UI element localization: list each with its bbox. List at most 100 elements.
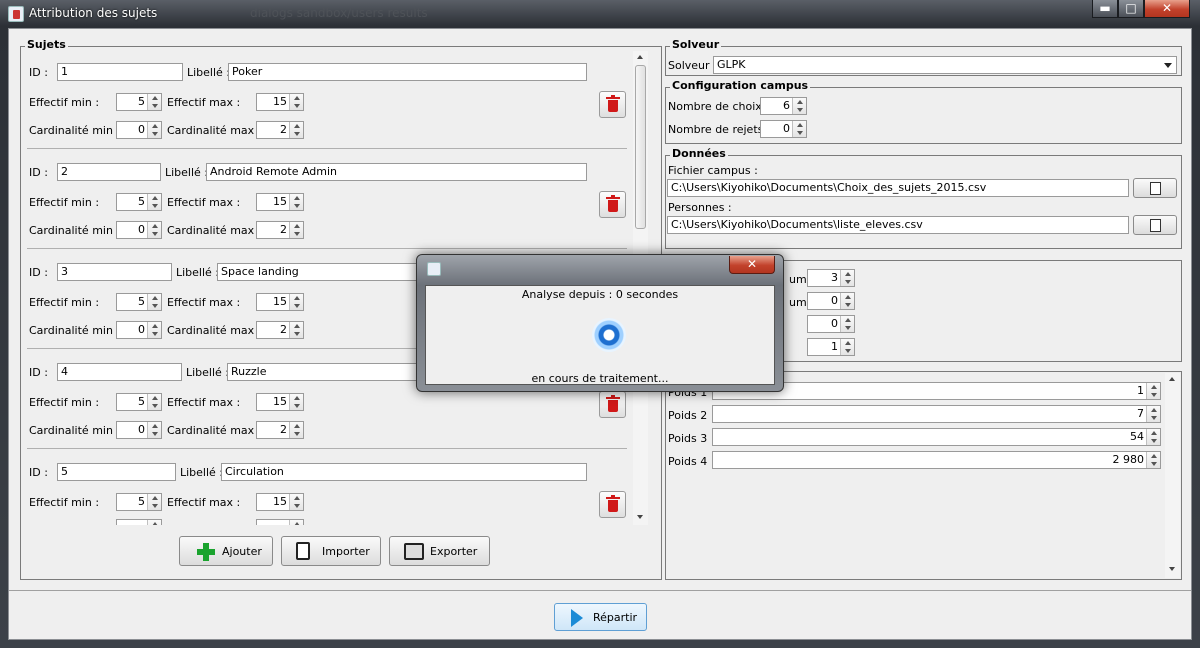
cardinalite-max-spinner[interactable]: 2 — [256, 121, 304, 139]
scroll-down-icon[interactable] — [637, 515, 643, 519]
solveur-select[interactable]: GLPK — [713, 56, 1177, 74]
maximize-button[interactable]: □ — [1118, 0, 1144, 18]
poids-label: Poids 4 : — [668, 455, 715, 468]
libelle-label: Libellé : — [180, 466, 224, 479]
libelle-field[interactable]: Circulation — [221, 463, 587, 481]
effectif-min-spinner[interactable]: 5 — [116, 193, 162, 211]
delete-button[interactable] — [599, 91, 626, 118]
id-field[interactable]: 4 — [57, 363, 182, 381]
poids-label: Poids 2 : — [668, 409, 715, 422]
effectif-min-label: Effectif min : — [29, 96, 100, 109]
effectif-min-spinner[interactable]: 5 — [116, 493, 162, 511]
effectif-max-spinner[interactable]: 15 — [256, 393, 304, 411]
cardinalite-min-spinner[interactable]: 0 — [116, 121, 162, 139]
dialog-content: Analyse depuis : 0 secondes en cours de … — [425, 285, 775, 385]
processing-text: en cours de traitement... — [531, 372, 669, 385]
cardinalite-max-label: Cardinalité max : — [167, 124, 262, 137]
browse-personnes-button[interactable] — [1133, 215, 1177, 235]
effectif-min-spinner[interactable]: 5 — [116, 393, 162, 411]
poids-spinner[interactable]: 7 — [712, 405, 1161, 423]
cardinalite-max-label: Cardinalité max : — [167, 424, 262, 437]
parametre-spinner[interactable]: 0 — [807, 315, 855, 333]
cardinalite-min-spinner[interactable]: 0 — [116, 421, 162, 439]
effectif-max-label: Effectif max : — [167, 496, 241, 509]
poids-spinner[interactable]: 2 980 — [712, 451, 1161, 469]
scroll-thumb[interactable] — [635, 65, 646, 229]
cardinalite-min-spinner[interactable]: 0 — [116, 321, 162, 339]
import-icon — [296, 542, 310, 560]
scroll-up-icon[interactable] — [637, 55, 643, 59]
effectif-max-spinner[interactable]: 15 — [256, 93, 304, 111]
effectif-max-label: Effectif max : — [167, 96, 241, 109]
nombre-rejets-label: Nombre de rejets : — [668, 123, 771, 136]
delete-button[interactable] — [599, 191, 626, 218]
id-field[interactable]: 3 — [57, 263, 172, 281]
export-button[interactable]: Exporter — [389, 536, 490, 566]
sujets-legend: Sujets — [25, 38, 68, 51]
personnes-label: Personnes : — [668, 201, 732, 214]
cardinalite-min-spinner[interactable]: 0 — [116, 221, 162, 239]
poids-scrollbar[interactable] — [1165, 373, 1180, 578]
cardinalite-max-spinner[interactable]: 2 — [256, 421, 304, 439]
footer-separator — [9, 590, 1191, 591]
id-label: ID : — [29, 466, 48, 479]
id-label: ID : — [29, 166, 48, 179]
add-button[interactable]: Ajouter — [179, 536, 273, 566]
java-app-icon — [8, 6, 24, 22]
poids-spinner[interactable]: 54 — [712, 428, 1161, 446]
donnees-legend: Données — [670, 147, 728, 160]
window-title: Attribution des sujets — [29, 6, 158, 20]
delete-button[interactable] — [599, 391, 626, 418]
cardinalite-min-label: Cardinalité min : — [29, 324, 121, 337]
cardinalite-max-spinner[interactable]: 2 — [256, 221, 304, 239]
delete-button[interactable] — [599, 491, 626, 518]
window-title-ghost-text: dialogs sandbox/users results — [250, 6, 428, 20]
effectif-min-spinner[interactable]: 5 — [116, 293, 162, 311]
libelle-label: Libellé : — [165, 166, 209, 179]
cardinalite-max-label: Cardinalité max : — [167, 224, 262, 237]
cardinalite-max-spinner[interactable] — [256, 519, 304, 525]
nombre-choix-spinner[interactable]: 6 — [760, 97, 807, 115]
import-button[interactable]: Importer — [281, 536, 381, 566]
parametre-spinner[interactable]: 1 — [807, 338, 855, 356]
nombre-rejets-spinner[interactable]: 0 — [760, 120, 807, 138]
row-separator — [27, 448, 627, 449]
chevron-down-icon — [1164, 63, 1172, 68]
close-window-button[interactable]: ✕ — [1144, 0, 1190, 18]
row-separator — [27, 148, 627, 149]
solveur-legend: Solveur — [670, 38, 722, 51]
analysis-status: Analyse depuis : 0 secondes — [521, 288, 679, 301]
parametre-spinner[interactable]: 3 — [807, 269, 855, 287]
minimize-button[interactable]: ▬ — [1092, 0, 1118, 18]
dialog-close-button[interactable]: ✕ — [729, 256, 775, 274]
loading-spinner-icon — [592, 318, 626, 352]
export-icon — [404, 543, 424, 560]
browse-fichier-campus-button[interactable] — [1133, 178, 1177, 198]
scroll-up-icon[interactable] — [1169, 377, 1175, 381]
row-separator — [27, 248, 627, 249]
effectif-min-label: Effectif min : — [29, 496, 100, 509]
effectif-max-spinner[interactable]: 15 — [256, 293, 304, 311]
cardinalite-max-spinner[interactable]: 2 — [256, 321, 304, 339]
id-field[interactable]: 5 — [57, 463, 176, 481]
repartir-button[interactable]: Répartir — [554, 603, 647, 631]
arrow-right-icon — [571, 609, 583, 627]
id-field[interactable]: 1 — [57, 63, 183, 81]
personnes-field[interactable]: C:\Users\Kiyohiko\Documents\liste_eleves… — [667, 216, 1129, 234]
processing-dialog: ✕ Analyse depuis : 0 secondes en cours d… — [416, 254, 784, 392]
libelle-label: Libellé : — [186, 366, 230, 379]
fichier-campus-label: Fichier campus : — [668, 164, 758, 177]
effectif-min-spinner[interactable]: 5 — [116, 93, 162, 111]
libelle-field[interactable]: Android Remote Admin — [206, 163, 587, 181]
effectif-max-spinner[interactable]: 15 — [256, 493, 304, 511]
fichier-campus-field[interactable]: C:\Users\Kiyohiko\Documents\Choix_des_su… — [667, 179, 1129, 197]
libelle-field[interactable]: Poker — [228, 63, 587, 81]
main-window: Attribution des sujets dialogs sandbox/u… — [0, 0, 1200, 648]
cardinalite-min-spinner[interactable] — [116, 519, 162, 525]
id-field[interactable]: 2 — [57, 163, 161, 181]
scroll-down-icon[interactable] — [1169, 567, 1175, 571]
poids-group — [665, 371, 1182, 580]
cardinalite-min-label: Cardinalité min : — [29, 224, 121, 237]
effectif-max-spinner[interactable]: 15 — [256, 193, 304, 211]
parametre-spinner[interactable]: 0 — [807, 292, 855, 310]
